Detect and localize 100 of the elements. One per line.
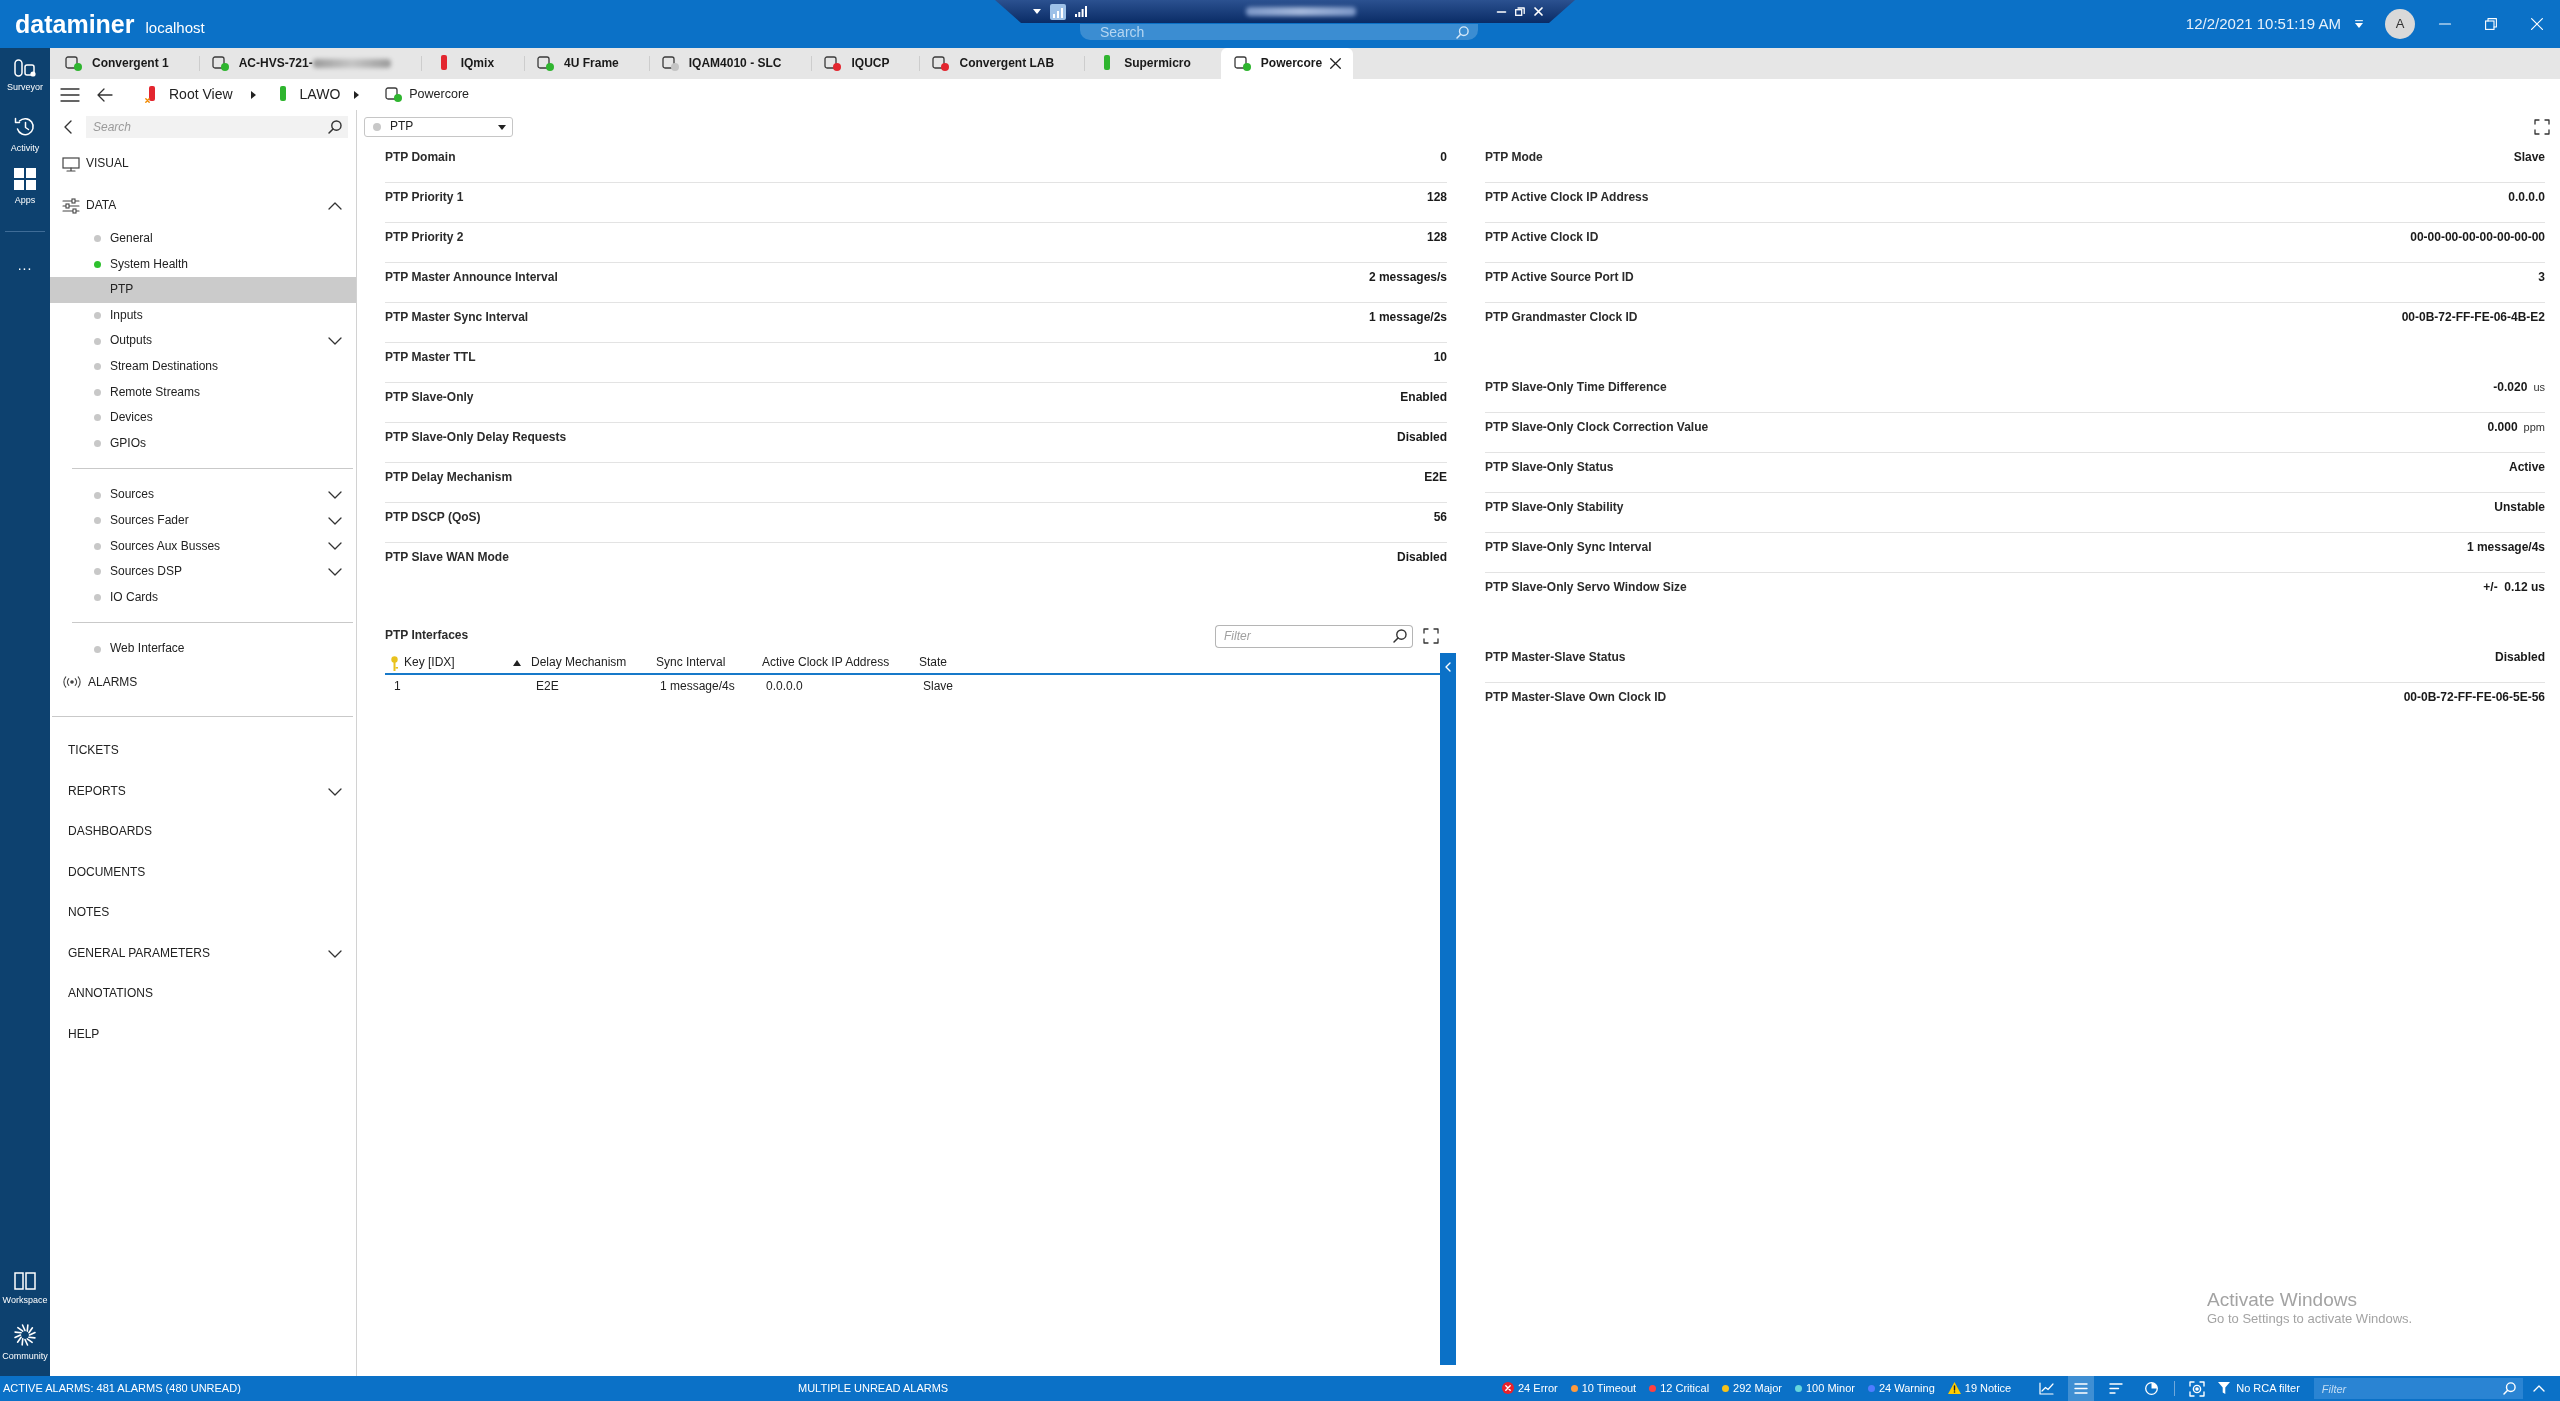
- tab[interactable]: IQmix: [420, 48, 525, 79]
- breadcrumb-link[interactable]: LAWO: [275, 85, 341, 104]
- caret-down-icon[interactable]: [1033, 9, 1041, 14]
- search-icon[interactable]: [322, 115, 348, 138]
- column-header[interactable]: Key [IDX]: [385, 653, 512, 673]
- chevron-down-icon[interactable]: [328, 491, 342, 500]
- sidebar-item[interactable]: Stream Destinations: [50, 353, 356, 380]
- restore-icon[interactable]: [2485, 18, 2497, 30]
- alarm-counter[interactable]: 292 Major: [1722, 1381, 1782, 1396]
- filter-button[interactable]: No RCA filter: [2218, 1381, 2300, 1396]
- back-icon[interactable]: [64, 119, 72, 134]
- sidebar-item[interactable]: GENERAL PARAMETERS: [50, 933, 356, 974]
- signal-icon[interactable]: [1050, 3, 1066, 20]
- column-header[interactable]: Sync Interval: [651, 653, 757, 673]
- search-field[interactable]: Search: [86, 115, 322, 138]
- alarm-counter[interactable]: 12 Critical: [1649, 1381, 1710, 1396]
- expand-icon[interactable]: [2534, 119, 2550, 135]
- table-cell-text: 1 message/4s: [659, 679, 736, 695]
- tab[interactable]: Supermicro: [1084, 48, 1221, 79]
- sidebar-item[interactable]: IO Cards: [50, 584, 356, 611]
- rail-button[interactable]: Workspace: [0, 1268, 50, 1320]
- parameter-value: 0.000: [2487, 419, 2518, 436]
- sidebar-section[interactable]: ALARMS: [50, 661, 356, 703]
- column-header[interactable]: State: [914, 653, 1440, 673]
- sidebar-item[interactable]: System Health: [50, 251, 356, 278]
- sidebar-item[interactable]: GPIOs: [50, 430, 356, 457]
- chevron-left-icon[interactable]: [1445, 662, 1451, 672]
- alarm-counter[interactable]: 100 Minor: [1795, 1381, 1855, 1396]
- view-button[interactable]: [2068, 1376, 2095, 1401]
- device-icon: [932, 55, 946, 69]
- parameter-label: PTP Mode: [1485, 149, 1543, 166]
- breadcrumb-link[interactable]: Powercore: [385, 86, 470, 103]
- sidebar-item[interactable]: Web Interface: [50, 636, 356, 662]
- more-button[interactable]: ...: [17, 258, 33, 272]
- breadcrumb-link[interactable]: Root View: [145, 85, 233, 104]
- sidebar-item[interactable]: DASHBOARDS: [50, 811, 356, 853]
- parameter-label: PTP Slave-Only Time Difference: [1485, 379, 1667, 396]
- sidebar-item[interactable]: ANNOTATIONS: [50, 973, 356, 1015]
- sidebar-item[interactable]: General: [50, 226, 356, 252]
- restore-icon[interactable]: [1515, 7, 1525, 16]
- chevron-down-icon[interactable]: [328, 787, 342, 796]
- sidebar-item[interactable]: TICKETS: [50, 730, 356, 772]
- page-dropdown[interactable]: PTP: [364, 117, 513, 137]
- tab[interactable]: AC-HVS-721-: [198, 48, 421, 79]
- chevron-up-icon[interactable]: [328, 201, 342, 210]
- tab[interactable]: IQUCP: [811, 48, 920, 79]
- parameter-label: PTP Slave-Only Sync Interval: [1485, 539, 1652, 556]
- chevron-down-icon[interactable]: [328, 567, 342, 576]
- sidebar-item[interactable]: Sources DSP: [50, 559, 356, 585]
- search-field[interactable]: Search: [1080, 24, 1446, 40]
- sidebar-item[interactable]: Sources Aux Busses: [50, 533, 356, 560]
- tab[interactable]: 4U Frame: [524, 48, 649, 79]
- sidebar-item[interactable]: PTP: [50, 277, 356, 303]
- sidebar-item[interactable]: Outputs: [50, 328, 356, 354]
- sidebar-item[interactable]: NOTES: [50, 892, 356, 934]
- alarm-counter[interactable]: 19 Notice: [1947, 1381, 2012, 1396]
- filter-field[interactable]: Filter: [2313, 1378, 2497, 1399]
- user-avatar[interactable]: A: [2385, 9, 2415, 39]
- caret-down-icon: [498, 124, 506, 130]
- sidebar-section[interactable]: VISUAL: [50, 143, 356, 185]
- parameter-label: PTP Master-Slave Status: [1485, 649, 1626, 666]
- tab[interactable]: Convergent LAB: [919, 48, 1085, 79]
- chevron-down-icon[interactable]: [328, 337, 342, 346]
- menu-icon[interactable]: [60, 87, 80, 102]
- side-panel-toggle[interactable]: [1440, 653, 1456, 1365]
- chevron-down-icon[interactable]: [328, 949, 342, 958]
- expand-icon[interactable]: [1423, 628, 1439, 644]
- activation-text: Go to Settings to activate Windows.: [2207, 1311, 2413, 1327]
- rail-button[interactable]: Community: [0, 1320, 50, 1372]
- close-icon[interactable]: [1330, 58, 1342, 69]
- sidebar-item[interactable]: REPORTS: [50, 771, 356, 812]
- sidebar-section[interactable]: DATA: [50, 185, 356, 226]
- sidebar-item[interactable]: DOCUMENTS: [50, 852, 356, 893]
- minimize-icon[interactable]: [1497, 10, 1506, 13]
- sidebar-item[interactable]: Remote Streams: [50, 379, 356, 406]
- tab[interactable]: Convergent 1: [52, 48, 199, 79]
- alarm-counter[interactable]: 10 Timeout: [1570, 1381, 1637, 1396]
- column-header[interactable]: Delay Mechanism: [512, 653, 651, 673]
- parameter-value: 3: [2538, 269, 2545, 286]
- rail-button[interactable]: Apps: [0, 162, 50, 214]
- pie-chart-icon: [2144, 1382, 2158, 1395]
- alarm-counter[interactable]: 24 Warning: [1867, 1381, 1935, 1396]
- list-icon: [2074, 1383, 2089, 1394]
- rail-button[interactable]: Activity: [0, 110, 50, 162]
- tab[interactable]: Powercore: [1220, 48, 1354, 79]
- back-arrow-icon[interactable]: [97, 87, 113, 102]
- column-header[interactable]: Active Clock IP Address: [757, 653, 914, 673]
- device-icon: [65, 55, 78, 69]
- caret-down-icon[interactable]: [2355, 20, 2363, 28]
- rail-button[interactable]: Surveyor: [0, 48, 50, 110]
- sidebar-item[interactable]: HELP: [50, 1014, 356, 1055]
- sidebar-item[interactable]: Devices: [50, 405, 356, 431]
- sidebar-item[interactable]: Inputs: [50, 302, 356, 329]
- sidebar-item[interactable]: Sources: [50, 482, 356, 508]
- tab[interactable]: IQAM4010 - SLC: [648, 48, 812, 79]
- alarm-counter[interactable]: 24 Error: [1502, 1381, 1558, 1396]
- chevron-down-icon[interactable]: [328, 542, 342, 551]
- chevron-down-icon[interactable]: [328, 516, 342, 525]
- sidebar-item[interactable]: Sources Fader: [50, 507, 356, 534]
- target-icon[interactable]: [2189, 1380, 2206, 1397]
